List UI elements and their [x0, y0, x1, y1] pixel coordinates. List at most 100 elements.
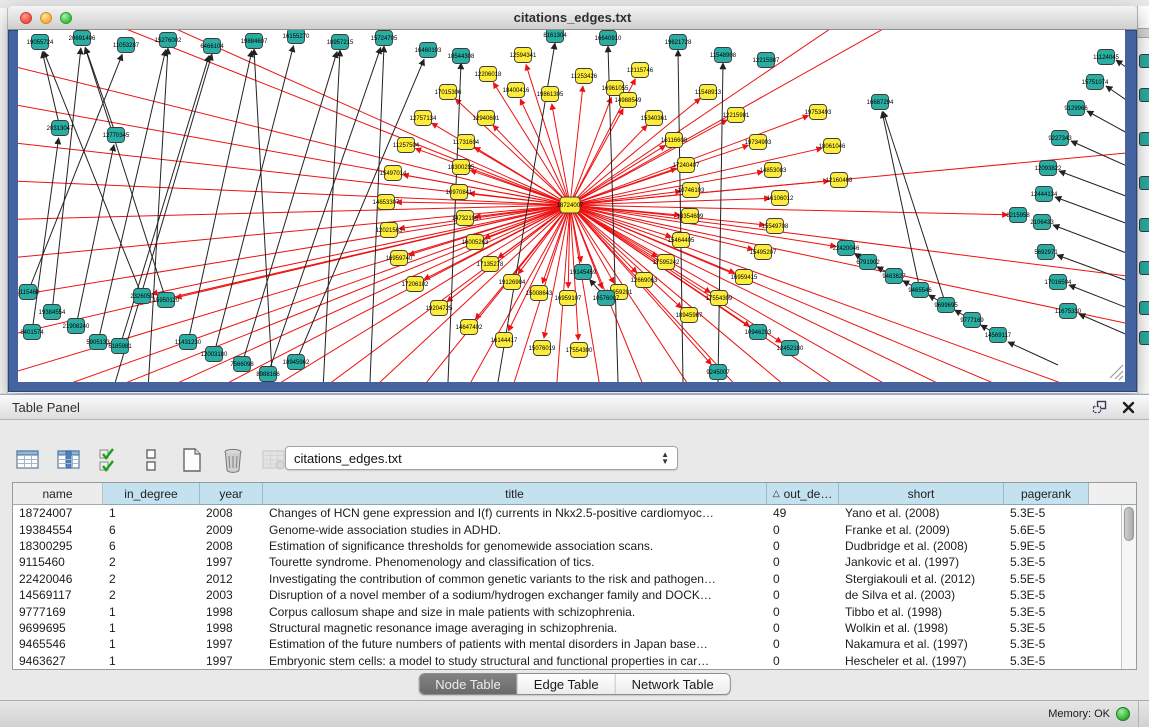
graph-node[interactable]: 12940601 [473, 111, 500, 126]
graph-node[interactable]: 16640910 [595, 31, 622, 46]
table-cell-title[interactable]: Estimation of significance thresholds fo… [263, 539, 767, 553]
graph-node[interactable]: 8988166 [256, 367, 280, 382]
graph-node[interactable]: 19753493 [805, 105, 832, 120]
graph-node[interactable]: 12003180 [201, 347, 228, 362]
table-cell-title[interactable]: Embryonic stem cells: a model to study s… [263, 654, 767, 668]
table-cell-title[interactable]: Corpus callosum shape and size in male p… [263, 605, 767, 619]
graph-node[interactable]: 11253426 [571, 69, 598, 84]
table-cell-in-degree[interactable]: 2 [103, 555, 200, 569]
table-cell-out-de-[interactable]: 0 [767, 588, 839, 602]
delete-column-icon[interactable] [219, 446, 247, 474]
black-edge[interactable] [42, 52, 60, 128]
tab-network-table[interactable]: Network Table [616, 674, 730, 694]
black-edge[interactable] [323, 50, 340, 382]
table-cell-out-de-[interactable]: 0 [767, 605, 839, 619]
graph-node[interactable]: 15495207 [750, 245, 777, 260]
graph-node[interactable]: 12594341 [510, 48, 537, 63]
graph-node[interactable]: 9227343 [1048, 131, 1072, 146]
graph-node[interactable]: 16155270 [283, 30, 310, 44]
graph-node[interactable]: 15076019 [529, 341, 556, 356]
table-cell-year[interactable]: 2008 [200, 506, 263, 520]
table-cell-name[interactable]: 9463627 [13, 654, 103, 668]
graph-node[interactable]: 17016504 [1045, 275, 1072, 290]
graph-node[interactable]: 11431230 [175, 335, 202, 350]
table-cell-year[interactable]: 1998 [200, 605, 263, 619]
black-edge[interactable] [882, 112, 920, 290]
window-titlebar[interactable]: citations_edges.txt [8, 6, 1137, 30]
graph-node[interactable]: 19621728 [665, 35, 692, 50]
table-cell-pagerank[interactable]: 5.3E-5 [1004, 637, 1089, 651]
graph-node[interactable]: 10746103 [678, 183, 705, 198]
table-vertical-scrollbar[interactable] [1121, 505, 1136, 669]
graph-node[interactable]: 9465546 [908, 283, 932, 298]
float-panel-icon[interactable] [1091, 399, 1109, 415]
table-cell-name[interactable]: 9777169 [13, 605, 103, 619]
black-edge[interactable] [608, 46, 618, 382]
graph-node[interactable]: 16106012 [767, 191, 794, 206]
graph-node[interactable]: 8161304 [543, 30, 567, 43]
table-row[interactable]: 911546021997Tourette syndrome. Phenomeno… [13, 554, 1121, 570]
table-cell-pagerank[interactable]: 5.3E-5 [1004, 654, 1089, 668]
table-cell-pagerank[interactable]: 5.5E-5 [1004, 572, 1089, 586]
graph-node[interactable]: 11053287 [113, 38, 140, 53]
table-cell-in-degree[interactable]: 6 [103, 539, 200, 553]
black-edge[interactable] [296, 59, 424, 362]
table-cell-out-de-[interactable]: 0 [767, 555, 839, 569]
table-cell-short[interactable]: Stergiakouli et al. (2012) [839, 572, 1004, 586]
graph-node[interactable]: 19204725 [426, 301, 453, 316]
graph-node[interactable]: 18400416 [503, 83, 530, 98]
graph-node[interactable]: 17554300 [566, 343, 593, 358]
table-cell-in-degree[interactable]: 1 [103, 654, 200, 668]
table-cell-out-de-[interactable]: 0 [767, 572, 839, 586]
table-cell-year[interactable]: 2003 [200, 588, 263, 602]
table-cell-name[interactable]: 14569117 [13, 588, 103, 602]
table-row[interactable]: 1456911722003Disruption of a novel membe… [13, 587, 1121, 603]
table-row[interactable]: 977716911998Corpus callosum shape and si… [13, 603, 1121, 619]
graph-node[interactable]: 15549708 [762, 219, 789, 234]
tab-edge-table[interactable]: Edge Table [518, 674, 616, 694]
graph-node[interactable]: 8215958 [1006, 208, 1030, 223]
graph-node[interactable]: 20313047 [47, 121, 74, 136]
table-row[interactable]: 1938455462009Genome-wide association stu… [13, 521, 1121, 537]
clear-rows-icon[interactable] [137, 446, 165, 474]
table-cell-pagerank[interactable]: 5.3E-5 [1004, 605, 1089, 619]
table-cell-title[interactable]: Changes of HCN gene expression and I(f) … [263, 506, 767, 520]
table-cell-out-de-[interactable]: 0 [767, 523, 839, 537]
column-header-short[interactable]: short [839, 483, 1004, 505]
tab-node-table[interactable]: Node Table [419, 674, 518, 694]
graph-node[interactable]: 9129966 [1064, 101, 1088, 116]
table-cell-title[interactable]: Genome-wide association studies in ADHD. [263, 523, 767, 537]
black-edge[interactable] [1008, 342, 1058, 365]
column-header-name[interactable]: name [13, 483, 103, 505]
graph-node[interactable]: 15751074 [1082, 75, 1109, 90]
table-cell-name[interactable]: 9115460 [13, 555, 103, 569]
graph-node[interactable]: 11731604 [453, 135, 480, 150]
graph-node[interactable]: 2106433 [1030, 215, 1054, 230]
graph-node[interactable]: 6791902 [856, 255, 880, 270]
table-cell-short[interactable]: Franke et al. (2009) [839, 523, 1004, 537]
table-cell-year[interactable]: 1998 [200, 621, 263, 635]
graph-node[interactable]: 12757134 [410, 111, 437, 126]
table-cell-short[interactable]: Yano et al. (2008) [839, 506, 1004, 520]
graph-node[interactable]: 20691406 [69, 31, 96, 46]
scrollbar-thumb[interactable] [1124, 507, 1134, 541]
graph-node[interactable]: 12669063 [631, 273, 658, 288]
graph-node[interactable]: 19861305 [537, 87, 564, 102]
column-header-in-degree[interactable]: in_degree [103, 483, 200, 505]
column-header-out-de-[interactable]: △out_de… [767, 483, 839, 505]
graph-node[interactable]: 7566098 [230, 357, 254, 372]
black-edge[interactable] [1106, 86, 1125, 122]
black-edge[interactable] [32, 138, 59, 332]
graph-node[interactable]: 15340361 [641, 111, 668, 126]
black-edge[interactable] [52, 48, 81, 312]
graph-node[interactable]: 15950120 [153, 293, 180, 308]
graph-node[interactable]: 17015306 [435, 85, 462, 100]
graph-node[interactable]: 9245007 [706, 365, 730, 380]
zoom-button[interactable] [60, 12, 72, 24]
black-edge[interactable] [1087, 111, 1125, 150]
black-edge[interactable] [254, 49, 273, 382]
table-cell-name[interactable]: 19384554 [13, 523, 103, 537]
table-cell-pagerank[interactable]: 5.6E-5 [1004, 523, 1089, 537]
table-row[interactable]: 2242004622012Investigating the contribut… [13, 571, 1121, 587]
graph-node[interactable]: 6466104 [200, 39, 224, 54]
